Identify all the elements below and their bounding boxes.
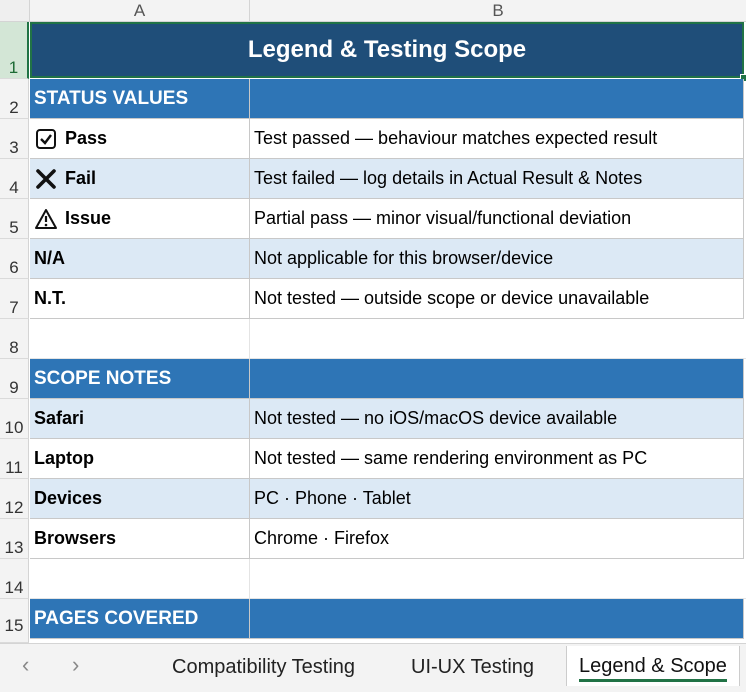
column-header-bar: A B (0, 0, 746, 22)
status-desc-na[interactable]: Not applicable for this browser/device (250, 239, 744, 279)
active-tab-underline (579, 679, 727, 682)
scope-label-laptop[interactable]: Laptop (30, 439, 250, 479)
x-mark-icon (34, 167, 58, 191)
row-header-11[interactable]: 11 (0, 439, 29, 479)
column-header-b[interactable]: B (250, 0, 746, 21)
status-pass-text: Pass (65, 128, 108, 148)
tab-compatibility-testing[interactable]: Compatibility Testing (172, 656, 355, 679)
row-header-12[interactable]: 12 (0, 479, 29, 519)
title-cell[interactable]: Legend & Testing Scope (30, 22, 744, 78)
row-header-8[interactable]: 8 (0, 319, 29, 359)
row-header-4[interactable]: 4 (0, 159, 29, 199)
status-desc-pass[interactable]: Test passed — behaviour matches expected… (250, 119, 744, 159)
section-scope-notes[interactable]: SCOPE NOTES (30, 359, 250, 399)
empty-cell-a14[interactable] (30, 559, 250, 599)
scope-label-devices[interactable]: Devices (30, 479, 250, 519)
scope-desc-safari[interactable]: Not tested — no iOS/macOS device availab… (250, 399, 744, 439)
warning-icon (34, 207, 58, 231)
row-header-1[interactable]: 1 (0, 22, 29, 79)
scope-label-browsers[interactable]: Browsers (30, 519, 250, 559)
row-header-10[interactable]: 10 (0, 399, 29, 439)
status-label-na[interactable]: N/A (30, 239, 250, 279)
status-fail-text: Fail (65, 168, 97, 188)
scope-desc-laptop[interactable]: Not tested — same rendering environment … (250, 439, 744, 479)
scroll-tabs-left-icon[interactable]: ‹ (22, 652, 29, 678)
section-scope-notes-b[interactable] (250, 359, 744, 399)
empty-cell-b14[interactable] (250, 559, 746, 599)
section-pages-covered[interactable]: PAGES COVERED (30, 599, 250, 639)
row-header-5[interactable]: 5 (0, 199, 29, 239)
status-label-nt[interactable]: N.T. (30, 279, 250, 319)
tab-legend-scope-label: Legend & Scope (579, 655, 727, 677)
empty-cell-a8[interactable] (30, 319, 250, 359)
row-header-13[interactable]: 13 (0, 519, 29, 559)
check-box-icon (34, 127, 58, 151)
section-pages-covered-b[interactable] (250, 599, 744, 639)
column-header-a[interactable]: A (30, 0, 250, 21)
select-all-corner[interactable] (0, 0, 30, 21)
scope-desc-browsers[interactable]: Chrome · Firefox (250, 519, 744, 559)
tab-ui-ux-testing[interactable]: UI-UX Testing (411, 656, 534, 679)
scope-label-safari[interactable]: Safari (30, 399, 250, 439)
status-label-issue[interactable]: Issue (30, 199, 250, 239)
empty-cell-b8[interactable] (250, 319, 746, 359)
sheet-tabs-bar: ‹ › Compatibility Testing UI-UX Testing … (0, 643, 746, 692)
section-status-values-b[interactable] (250, 79, 744, 119)
section-status-values[interactable]: STATUS VALUES (30, 79, 250, 119)
status-desc-nt[interactable]: Not tested — outside scope or device una… (250, 279, 744, 319)
status-label-fail[interactable]: Fail (30, 159, 250, 199)
row-header-2[interactable]: 2 (0, 79, 29, 119)
row-header-3[interactable]: 3 (0, 119, 29, 159)
status-desc-issue[interactable]: Partial pass — minor visual/functional d… (250, 199, 744, 239)
row-header-14[interactable]: 14 (0, 559, 29, 599)
row-header-15[interactable]: 15 (0, 599, 29, 643)
row-header-6[interactable]: 6 (0, 239, 29, 279)
row-header-9[interactable]: 9 (0, 359, 29, 399)
row-header-7[interactable]: 7 (0, 279, 29, 319)
status-label-pass[interactable]: Pass (30, 119, 250, 159)
scope-desc-devices[interactable]: PC · Phone · Tablet (250, 479, 744, 519)
status-issue-text: Issue (65, 208, 112, 228)
tab-legend-scope[interactable]: Legend & Scope (566, 646, 740, 686)
status-desc-fail[interactable]: Test failed — log details in Actual Resu… (250, 159, 744, 199)
scroll-tabs-right-icon[interactable]: › (72, 652, 79, 678)
